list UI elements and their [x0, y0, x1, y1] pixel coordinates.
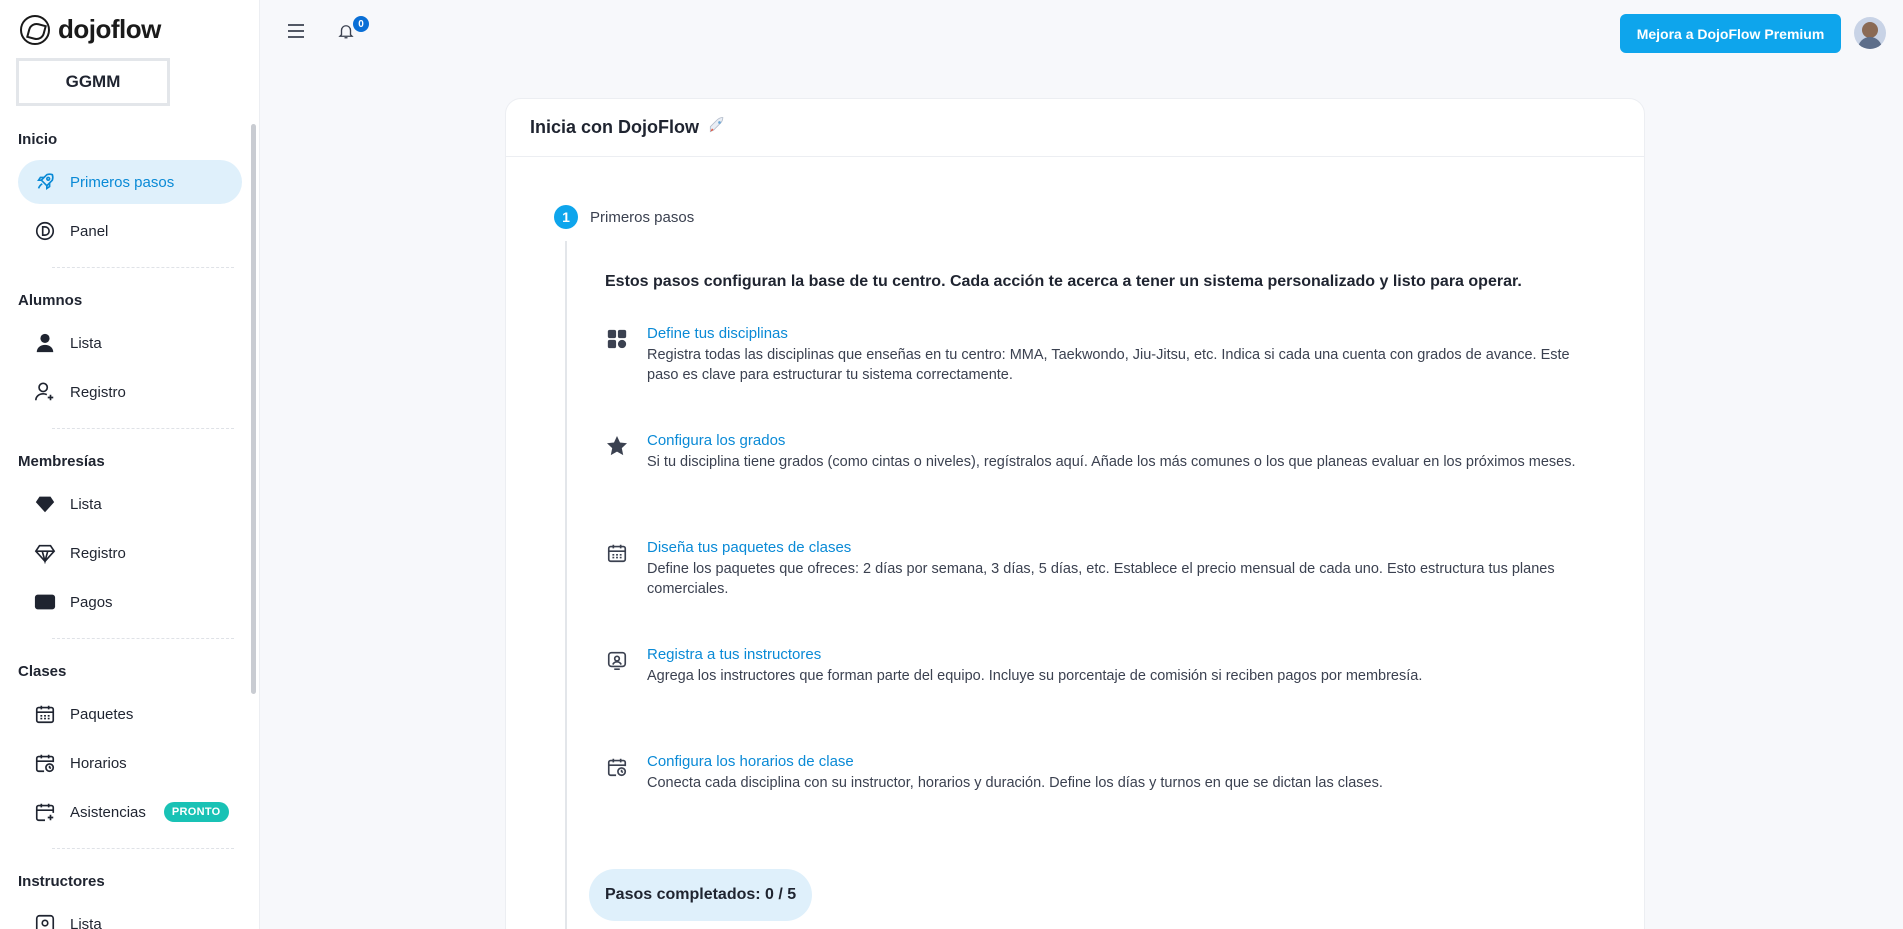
sidebar-item-membresias-lista[interactable]: Lista [18, 482, 242, 526]
instructor-icon [34, 913, 56, 929]
divider [52, 848, 234, 849]
premium-button-prefix: Mejora a DojoFlow [1636, 25, 1761, 42]
sidebar-item-alumnos-registro[interactable]: Registro [18, 370, 242, 414]
sidebar-item-label: Lista [70, 334, 102, 352]
sidebar-item-label: Registro [70, 544, 126, 562]
sidebar-scrollbar[interactable] [251, 124, 256, 694]
step-label: Primeros pasos [590, 208, 695, 226]
task-link[interactable]: Define tus disciplinas [647, 325, 1585, 342]
logo-text: dojoflow [58, 14, 161, 44]
section-title-inicio: Inicio [18, 131, 58, 148]
task-description: Agrega los instructores que forman parte… [647, 668, 1423, 684]
intro-text: Estos pasos configuran la base de tu cen… [605, 273, 1522, 290]
sidebar-item-asistencias[interactable]: Asistencias PRONTO [18, 790, 242, 834]
divider [52, 267, 234, 268]
task-define-disciplinas: Define tus disciplinas Registra todas la… [605, 325, 1585, 385]
notification-count-badge: 0 [353, 16, 369, 32]
sidebar-item-pagos[interactable]: Pagos [18, 580, 242, 624]
calendar-clock-icon [605, 755, 629, 779]
task-description: Define los paquetes que ofreces: 2 días … [647, 561, 1555, 597]
org-selector[interactable]: GGMM [16, 58, 170, 106]
sidebar-item-label: Registro [70, 383, 126, 401]
sidebar-item-label: Primeros pasos [70, 173, 175, 191]
task-link[interactable]: Registra a tus instructores [647, 646, 1422, 663]
calendar-clock-icon [34, 752, 56, 774]
sidebar-item-instructores-lista[interactable]: Lista [18, 902, 242, 929]
task-configura-horarios: Configura los horarios de clase Conecta … [605, 753, 1585, 793]
sidebar-item-paquetes[interactable]: Paquetes [18, 692, 242, 736]
task-configura-grados: Configura los grados Si tu disciplina ti… [605, 432, 1585, 472]
section-title-alumnos: Alumnos [18, 292, 83, 309]
task-registra-instructores: Registra a tus instructores Agrega los i… [605, 646, 1585, 686]
divider [52, 428, 234, 429]
task-description: Si tu disciplina tiene grados (como cint… [647, 454, 1576, 470]
section-title-clases: Clases [18, 663, 67, 680]
sidebar-item-horarios[interactable]: Horarios [18, 741, 242, 785]
rocket-icon [34, 171, 56, 193]
sidebar-item-panel[interactable]: Panel [18, 209, 242, 253]
calendar-plus-icon [34, 801, 56, 823]
calendar-grid-icon [605, 541, 629, 565]
upgrade-premium-button[interactable]: Mejora a DojoFlow Premium [1620, 14, 1841, 53]
topbar: 0 [285, 16, 369, 42]
grid-apps-icon [605, 327, 629, 351]
sidebar-item-membresias-registro[interactable]: Registro [18, 531, 242, 575]
task-link[interactable]: Configura los grados [647, 432, 1575, 449]
task-description: Conecta cada disciplina con su instructo… [647, 775, 1383, 791]
user-plus-icon [34, 381, 56, 403]
dojo-coin-icon [34, 220, 56, 242]
sidebar-item-primeros-pasos[interactable]: Primeros pasos [18, 160, 242, 204]
dojoflow-logo-icon [20, 14, 50, 45]
premium-button-bold: Premium [1764, 25, 1825, 42]
card-title: Inicia con DojoFlow [530, 117, 700, 137]
step-header: 1 Primeros pasos [554, 205, 694, 229]
pronto-badge: PRONTO [163, 802, 229, 822]
instructor-icon [605, 648, 629, 672]
task-link[interactable]: Diseña tus paquetes de clases [647, 539, 1585, 556]
task-link[interactable]: Configura los horarios de clase [647, 753, 1383, 770]
hamburger-icon[interactable] [285, 20, 307, 42]
app-logo[interactable]: dojoflow [20, 14, 161, 45]
task-description: Registra todas las disciplinas que enseñ… [647, 347, 1570, 383]
sidebar-item-label: Horarios [70, 754, 127, 772]
diamond-icon [34, 493, 56, 515]
sidebar-item-label: Panel [70, 222, 109, 240]
task-disena-paquetes: Diseña tus paquetes de clases Define los… [605, 539, 1585, 599]
sidebar-item-label: Pagos [70, 593, 113, 611]
divider [52, 638, 234, 639]
card-header: Inicia con DojoFlow [506, 99, 1644, 157]
calendar-grid-icon [34, 703, 56, 725]
getting-started-card: Inicia con DojoFlow 1 Primeros pasos Est… [505, 98, 1645, 929]
section-title-instructores: Instructores [18, 873, 105, 890]
rocket-emoji-icon [707, 115, 727, 140]
star-icon [605, 434, 629, 458]
sidebar: dojoflow GGMM Inicio Primeros pasos Pane… [0, 0, 260, 929]
bell-icon[interactable]: 0 [335, 16, 369, 42]
sidebar-item-label: Lista [70, 915, 102, 929]
timeline-line [565, 241, 567, 929]
sidebar-item-label: Asistencias [70, 803, 146, 821]
steps-completed-pill: Pasos completados: 0 / 5 [589, 869, 813, 921]
avatar[interactable] [1854, 17, 1886, 49]
user-icon [34, 332, 56, 354]
step-number: 1 [554, 205, 578, 229]
sidebar-item-alumnos-lista[interactable]: Lista [18, 321, 242, 365]
diamond-outline-icon [34, 542, 56, 564]
sidebar-item-label: Lista [70, 495, 102, 513]
section-title-membresias: Membresías [18, 453, 105, 470]
sidebar-item-label: Paquetes [70, 705, 134, 723]
card-icon [34, 591, 56, 613]
